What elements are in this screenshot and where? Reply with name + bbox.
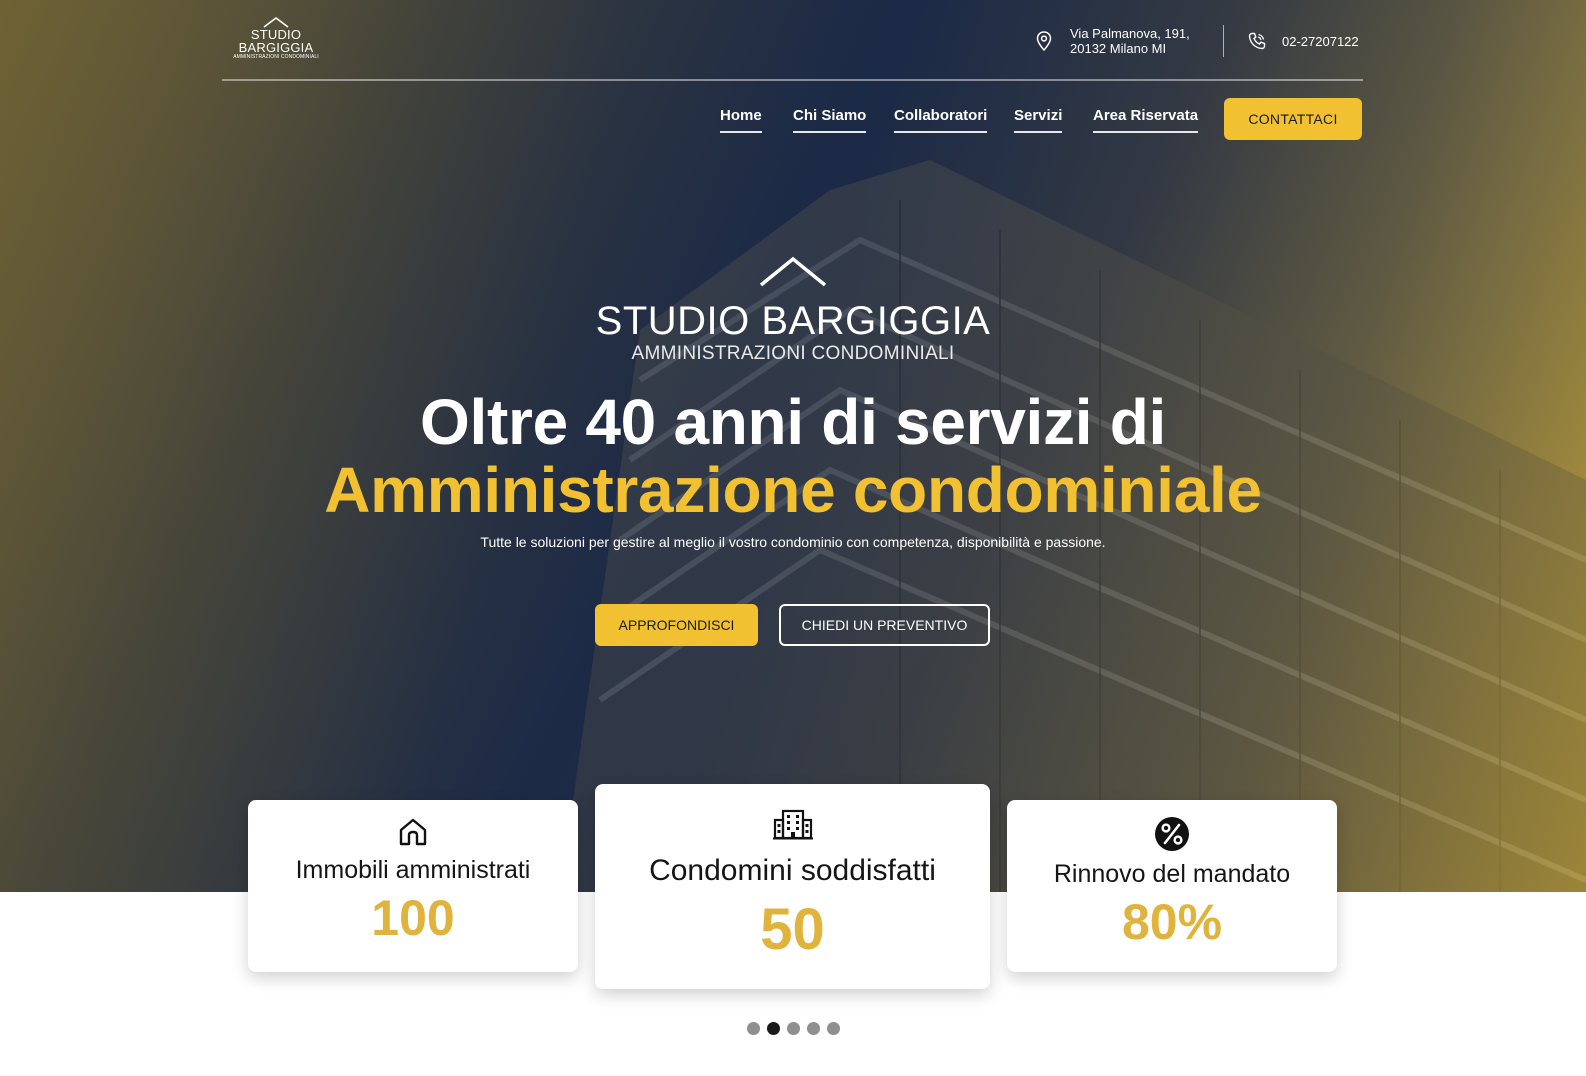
stat-card-properties: Immobili amministrati 100 xyxy=(248,800,578,972)
stat-title: Immobili amministrati xyxy=(295,856,531,884)
stat-value: 80% xyxy=(1121,894,1223,950)
header-divider xyxy=(1223,25,1224,57)
roof-icon xyxy=(759,256,827,287)
phone-number: 02-27207122 xyxy=(1282,33,1359,49)
stat-value: 100 xyxy=(371,890,455,946)
logo-text-line2: BARGIGGIA xyxy=(238,40,314,55)
nav-label: Area Riservata xyxy=(1093,107,1199,124)
headline-line2: Amministrazione condominiale xyxy=(324,454,1262,526)
nav-underline xyxy=(1014,131,1063,133)
carousel-dot-4[interactable] xyxy=(807,1021,820,1035)
percent-icon xyxy=(1155,817,1189,851)
phone-icon xyxy=(1248,32,1266,50)
request-quote-button[interactable]: CHIEDI UN PREVENTIVO xyxy=(779,604,990,646)
hero-headline: Oltre 40 anni di servizi di Amministrazi… xyxy=(200,388,1386,524)
house-icon xyxy=(399,818,427,846)
nav-underline xyxy=(1093,131,1199,133)
nav-item-chi-siamo[interactable]: Chi Siamo xyxy=(793,106,867,133)
nav-underline xyxy=(793,131,867,133)
hero-logo-tagline: AMMINISTRAZIONI CONDOMINIALI xyxy=(631,343,955,364)
carousel-dot-2[interactable] xyxy=(767,1021,780,1035)
carousel-dot-3[interactable] xyxy=(787,1021,800,1035)
hero-logo: STUDIO BARGIGGIA AMMINISTRAZIONI CONDOMI… xyxy=(593,255,993,365)
learn-more-button[interactable]: APPROFONDISCI xyxy=(595,604,758,646)
hero-section: STUDIO BARGIGGIA AMMINISTRAZIONI CONDOMI… xyxy=(0,0,1586,892)
building-icon xyxy=(772,809,813,840)
carousel-dot-1[interactable] xyxy=(747,1021,760,1035)
logo-text-line3: AMMINISTRAZIONI CONDOMINIALI xyxy=(233,54,319,60)
nav-item-home[interactable]: Home xyxy=(720,106,762,133)
nav-item-servizi[interactable]: Servizi xyxy=(1014,106,1063,133)
nav-underline xyxy=(894,131,988,133)
stat-title: Rinnovo del mandato xyxy=(1053,860,1291,888)
hero-logo-name: STUDIO BARGIGGIA xyxy=(595,299,991,343)
nav-label: Chi Siamo xyxy=(793,107,867,124)
address-line1: Via Palmanova, 191, xyxy=(1070,26,1190,41)
stat-card-condos: Condomini soddisfatti 50 xyxy=(595,784,990,989)
nav-label: Home xyxy=(720,107,762,124)
map-pin-icon xyxy=(1036,31,1052,51)
header-address[interactable]: Via Palmanova, 191, 20132 Milano MI xyxy=(1036,26,1190,56)
nav-item-area-riservata[interactable]: Area Riservata xyxy=(1093,106,1199,133)
hero-subtitle: Tutte le soluzioni per gestire al meglio… xyxy=(480,534,1106,550)
carousel-dot-5[interactable] xyxy=(827,1021,840,1035)
nav-item-collaboratori[interactable]: Collaboratori xyxy=(894,106,988,133)
headline-line1: Oltre 40 anni di servizi di xyxy=(420,386,1166,458)
contact-button[interactable]: CONTATTACI xyxy=(1224,98,1362,140)
nav-label: Servizi xyxy=(1014,107,1063,124)
stat-title: Condomini soddisfatti xyxy=(649,854,936,887)
stat-card-renewal: Rinnovo del mandato 80% xyxy=(1007,800,1337,972)
nav-underline xyxy=(720,131,762,133)
carousel-pagination xyxy=(747,1021,847,1035)
stat-value: 50 xyxy=(760,897,825,962)
header-phone[interactable]: 02-27207122 xyxy=(1248,30,1359,52)
nav-label: Collaboratori xyxy=(894,107,988,124)
header-logo[interactable]: STUDIO BARGIGGIA AMMINISTRAZIONI CONDOMI… xyxy=(222,16,330,64)
header-separator xyxy=(222,79,1363,81)
address-line2: 20132 Milano MI xyxy=(1070,41,1167,56)
